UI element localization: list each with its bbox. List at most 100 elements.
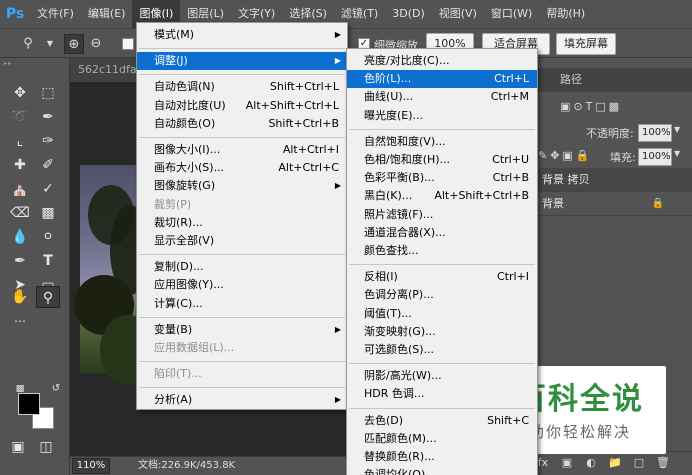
blur-tool-icon[interactable]: 💧 [8, 226, 32, 248]
type-tool-icon[interactable]: T [36, 250, 60, 272]
menu-item[interactable]: 匹配颜色(M)... [347, 430, 537, 448]
layer-row[interactable]: 背景 🔒 [530, 192, 692, 216]
menu-item[interactable]: 照片滤镜(F)... [347, 206, 537, 224]
menu-item[interactable]: 替换颜色(R)... [347, 448, 537, 466]
eraser-tool-icon[interactable]: ⌫ [8, 202, 32, 224]
group-folder-icon[interactable]: 📁 [608, 455, 622, 471]
gradient-tool-icon[interactable]: ▩ [36, 202, 60, 224]
layer-mask-icon[interactable]: ▣ [560, 455, 574, 471]
menu-separator [349, 128, 535, 130]
chevron-down-icon[interactable]: ▼ [40, 34, 60, 54]
menu-item[interactable]: 应用图像(Y)... [137, 276, 347, 294]
menu-3d[interactable]: 3D(D) [385, 0, 432, 28]
chevron-down-icon[interactable]: ▼ [674, 125, 680, 134]
pen-tool-icon[interactable]: ✒ [8, 250, 32, 272]
ps-logo: Ps [5, 6, 25, 22]
menu-item[interactable]: 色调分离(P)... [347, 286, 537, 304]
menu-item[interactable]: 自动颜色(O) Shift+Ctrl+B [137, 115, 347, 133]
menu-item[interactable]: 去色(D) Shift+C [347, 412, 537, 430]
menu-item[interactable]: 复制(D)... [137, 258, 347, 276]
zoom-out-icon[interactable]: ⊖ [86, 34, 106, 54]
screen-mode-icon[interactable]: ◫ [34, 436, 58, 458]
menu-item[interactable]: 阈值(T)... [347, 305, 537, 323]
menu-item[interactable]: 显示全部(V) [137, 232, 347, 250]
adjustment-layer-icon[interactable]: ◐ [584, 455, 598, 471]
crop-tool-icon[interactable]: ⌞ [8, 130, 32, 152]
menu-help[interactable]: 帮助(H) [539, 0, 592, 28]
fx-icon[interactable]: fx [536, 455, 550, 471]
zoom-tool-icon[interactable]: ⚲ [36, 286, 60, 308]
layer-row[interactable]: 背景 拷贝 [530, 168, 692, 192]
lasso-tool-icon[interactable]: ➰ [8, 106, 32, 128]
menu-item[interactable]: 变量(B) ▶ [137, 321, 347, 339]
menu-item[interactable]: 黑白(K)... Alt+Shift+Ctrl+B [347, 187, 537, 205]
quick-select-tool-icon[interactable]: ✒ [36, 106, 60, 128]
menu-item[interactable]: 图像大小(I)... Alt+Ctrl+I [137, 141, 347, 159]
healing-brush-tool-icon[interactable]: ✚ [8, 154, 32, 176]
fill-field[interactable]: 100% [638, 148, 672, 166]
menu-item[interactable]: 曲线(U)... Ctrl+M [347, 88, 537, 106]
menu-item[interactable]: 自动对比度(U) Alt+Shift+Ctrl+L [137, 97, 347, 115]
fill-screen-button[interactable]: 填充屏幕 [556, 33, 616, 55]
menu-item[interactable]: 反相(I) Ctrl+I [347, 268, 537, 286]
menu-item[interactable]: 自动色调(N) Shift+Ctrl+L [137, 78, 347, 96]
menu-item[interactable]: 亮度/对比度(C)... [347, 52, 537, 70]
menu-item[interactable]: 色彩平衡(B)... Ctrl+B [347, 169, 537, 187]
resize-windows-checkbox[interactable] [122, 38, 134, 50]
menu-item-shortcut: Shift+C [487, 413, 529, 427]
zoom-level-field[interactable]: 110% [72, 458, 110, 474]
menu-item[interactable]: HDR 色调... [347, 385, 537, 403]
menu-item[interactable]: 裁切(R)... [137, 214, 347, 232]
tab-paths[interactable]: 路径 [552, 68, 590, 92]
history-brush-tool-icon[interactable]: ✓ [36, 178, 60, 200]
new-layer-icon[interactable]: □ [632, 455, 646, 471]
zoom-tool-preset-icon[interactable]: ⚲ [18, 34, 38, 54]
menu-view[interactable]: 视图(V) [432, 0, 484, 28]
layer-filter-icons[interactable]: ▣⊙T□▩ [560, 100, 622, 113]
swap-colors-icon[interactable]: ↺ [44, 378, 68, 400]
move-tool-icon[interactable]: ✥ [8, 82, 32, 104]
menu-window[interactable]: 窗口(W) [484, 0, 539, 28]
opacity-field[interactable]: 100% [638, 124, 672, 142]
menu-item[interactable]: 画布大小(S)... Alt+Ctrl+C [137, 159, 347, 177]
menu-item[interactable]: 阴影/高光(W)... [347, 367, 537, 385]
eyedropper-tool-icon[interactable]: ✑ [36, 130, 60, 152]
image-menu-dropdown: 模式(M) ▶ 调整(J) ▶ 自动色调(N) Shift+Ctrl+L 自动对比度(U) A… [136, 22, 348, 410]
menu-item[interactable]: 颜色查找... [347, 242, 537, 260]
dodge-tool-icon[interactable]: ⚪ [36, 226, 60, 248]
menu-item-label: 曲线(U)... [364, 90, 414, 104]
menu-item[interactable]: 调整(J) ▶ [137, 52, 347, 71]
menu-item[interactable]: 色相/饱和度(H)... Ctrl+U [347, 151, 537, 169]
menu-item[interactable]: 通道混合器(X)... [347, 224, 537, 242]
menu-item-label: 模式(M) [154, 28, 195, 41]
menu-edit[interactable]: 编辑(E) [81, 0, 133, 28]
zoom-in-icon[interactable]: ⊕ [64, 34, 84, 54]
doc-size-info[interactable]: 文档:226.9K/453.8K [138, 457, 235, 475]
toolbox-grip[interactable]: ▸▸ [4, 60, 64, 68]
menu-item[interactable]: 计算(C)... [137, 295, 347, 313]
menu-item[interactable]: 渐变映射(G)... [347, 323, 537, 341]
menu-item[interactable]: 曝光度(E)... [347, 107, 537, 125]
brush-tool-icon[interactable]: ✐ [36, 154, 60, 176]
menu-file[interactable]: 文件(F) [30, 0, 81, 28]
menu-separator [139, 48, 345, 50]
lock-icons[interactable]: ✎✥▣🔒 [538, 149, 593, 162]
clone-stamp-tool-icon[interactable]: ⛪ [8, 178, 32, 200]
menu-item[interactable]: 自然饱和度(V)... [347, 133, 537, 151]
trash-icon[interactable]: 🗑 [656, 455, 670, 471]
menu-item[interactable]: 分析(A) ▶ [137, 391, 347, 409]
quick-mask-icon[interactable]: ▣ [6, 436, 30, 458]
foreground-color-swatch[interactable] [18, 393, 40, 415]
hand-tool-icon[interactable]: ✋ [8, 286, 32, 308]
menu-item: 裁剪(P) [137, 196, 347, 214]
menu-item-label: 计算(C)... [154, 296, 203, 310]
chevron-down-icon[interactable]: ▼ [674, 149, 680, 158]
menu-item[interactable]: 模式(M) ▶ [137, 26, 347, 44]
menu-item[interactable]: 图像旋转(G) ▶ [137, 177, 347, 195]
menu-item[interactable]: 可选颜色(S)... [347, 341, 537, 359]
edit-toolbar-icon[interactable]: ⋯ [8, 310, 32, 332]
marquee-tool-icon[interactable]: ⬚ [36, 82, 60, 104]
menu-item[interactable]: 色阶(L)... Ctrl+L [347, 70, 537, 89]
menu-item-label: 调整(J) [154, 54, 188, 68]
menu-item[interactable]: 色调均化(Q) [347, 466, 537, 475]
